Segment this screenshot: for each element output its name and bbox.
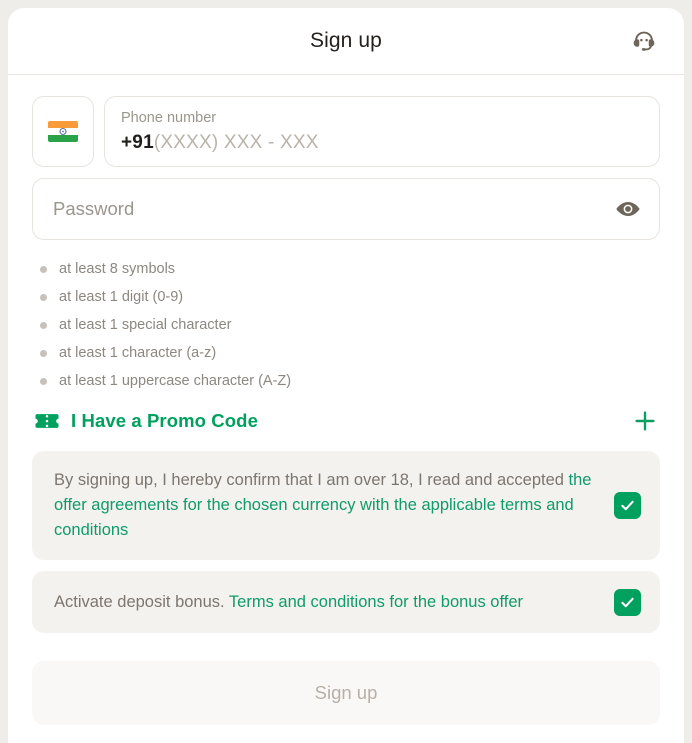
phone-input-wrapper[interactable]: Phone number +91(XXXX) XXX - XXX: [104, 96, 660, 167]
india-flag-icon: [48, 121, 78, 142]
page-title: Sign up: [310, 29, 382, 52]
phone-input-placeholder: (XXXX) XXX - XXX: [153, 132, 319, 153]
list-item: at least 1 character (a-z): [40, 339, 660, 367]
phone-country-prefix: +91: [121, 132, 154, 153]
bonus-consent-row: Activate deposit bonus. Terms and condit…: [32, 571, 660, 633]
signup-submit-button[interactable]: Sign up: [32, 661, 660, 725]
country-selector[interactable]: [32, 96, 94, 167]
terms-consent-row: By signing up, I hereby confirm that I a…: [32, 451, 660, 560]
bullet-icon: [40, 349, 47, 357]
bullet-icon: [40, 293, 47, 301]
requirement-label: at least 1 digit (0-9): [59, 289, 184, 305]
terms-text-plain: By signing up, I hereby confirm that I a…: [54, 471, 569, 489]
requirement-label: at least 1 special character: [59, 317, 232, 333]
phone-field-label: Phone number: [121, 110, 217, 126]
plus-icon[interactable]: [630, 406, 660, 436]
list-item: at least 1 digit (0-9): [40, 283, 660, 311]
phone-input[interactable]: +91(XXXX) XXX - XXX: [121, 130, 643, 156]
password-requirements-list: at least 8 symbols at least 1 digit (0-9…: [32, 255, 660, 395]
requirement-label: at least 1 character (a-z): [59, 345, 217, 361]
password-input-wrapper[interactable]: Password: [32, 178, 660, 240]
requirement-label: at least 1 uppercase character (A-Z): [59, 373, 292, 389]
requirement-label: at least 8 symbols: [59, 261, 176, 277]
promo-code-label: I Have a Promo Code: [71, 410, 258, 431]
eye-icon[interactable]: [613, 196, 643, 222]
card-header: Sign up: [8, 8, 684, 75]
list-item: at least 1 special character: [40, 311, 660, 339]
signup-card: Sign up Phone number +91(XXXX) XXX - XXX…: [8, 8, 684, 743]
card-body: Phone number +91(XXXX) XXX - XXX Passwor…: [8, 75, 684, 725]
promo-code-toggle[interactable]: I Have a Promo Code: [32, 404, 660, 438]
headset-support-icon[interactable]: [627, 24, 661, 58]
ticket-icon: [35, 414, 59, 428]
bonus-link[interactable]: Terms and conditions for the bonus offer: [229, 593, 523, 611]
list-item: at least 8 symbols: [40, 255, 660, 283]
bonus-checkbox[interactable]: [614, 588, 641, 616]
password-input-placeholder: Password: [53, 198, 135, 219]
bullet-icon: [40, 265, 47, 273]
terms-checkbox[interactable]: [614, 492, 641, 519]
bonus-consent-text: Activate deposit bonus. Terms and condit…: [54, 590, 598, 615]
bullet-icon: [40, 377, 47, 385]
terms-consent-text: By signing up, I hereby confirm that I a…: [54, 468, 598, 543]
bullet-icon: [40, 321, 47, 329]
list-item: at least 1 uppercase character (A-Z): [40, 367, 660, 395]
bonus-text-plain: Activate deposit bonus.: [54, 592, 229, 611]
phone-number-row: Phone number +91(XXXX) XXX - XXX: [32, 96, 660, 167]
